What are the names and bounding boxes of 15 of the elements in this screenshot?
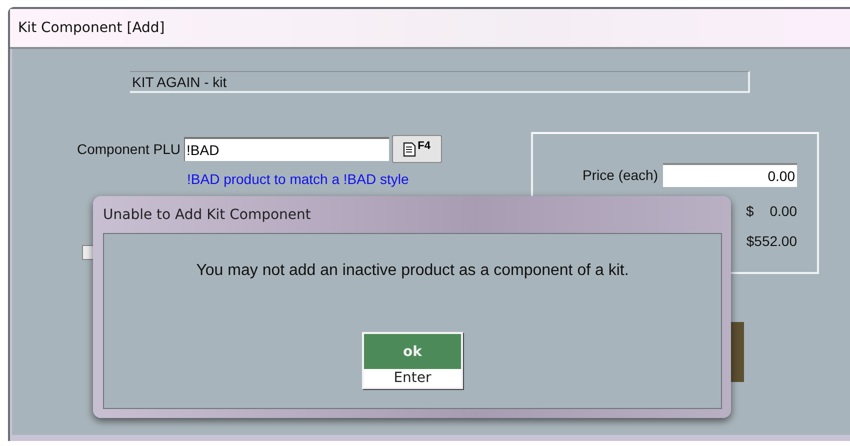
price-label: Price (each) xyxy=(582,167,658,183)
component-plu-label: Component PLU xyxy=(77,141,181,157)
ok-button[interactable]: ok Enter xyxy=(362,332,463,389)
document-icon xyxy=(402,141,417,157)
dialog-message: You may not add an inactive product as a component of a kit. xyxy=(196,262,629,280)
dialog-title: Unable to Add Kit Component xyxy=(103,206,312,224)
amount-value: 0.00 xyxy=(770,203,797,219)
hint-text: !BAD product to match a !BAD style xyxy=(187,171,410,187)
window-title: Kit Component [Add] xyxy=(18,20,165,36)
kit-name-field: KIT AGAIN - kit xyxy=(130,71,750,93)
lookup-button[interactable]: F4 xyxy=(392,135,442,163)
component-plu-input[interactable]: !BAD xyxy=(184,137,389,161)
price-input[interactable]: 0.00 xyxy=(663,163,797,187)
total-value: $552.00 xyxy=(746,233,797,249)
currency-symbol: $ xyxy=(746,203,754,219)
